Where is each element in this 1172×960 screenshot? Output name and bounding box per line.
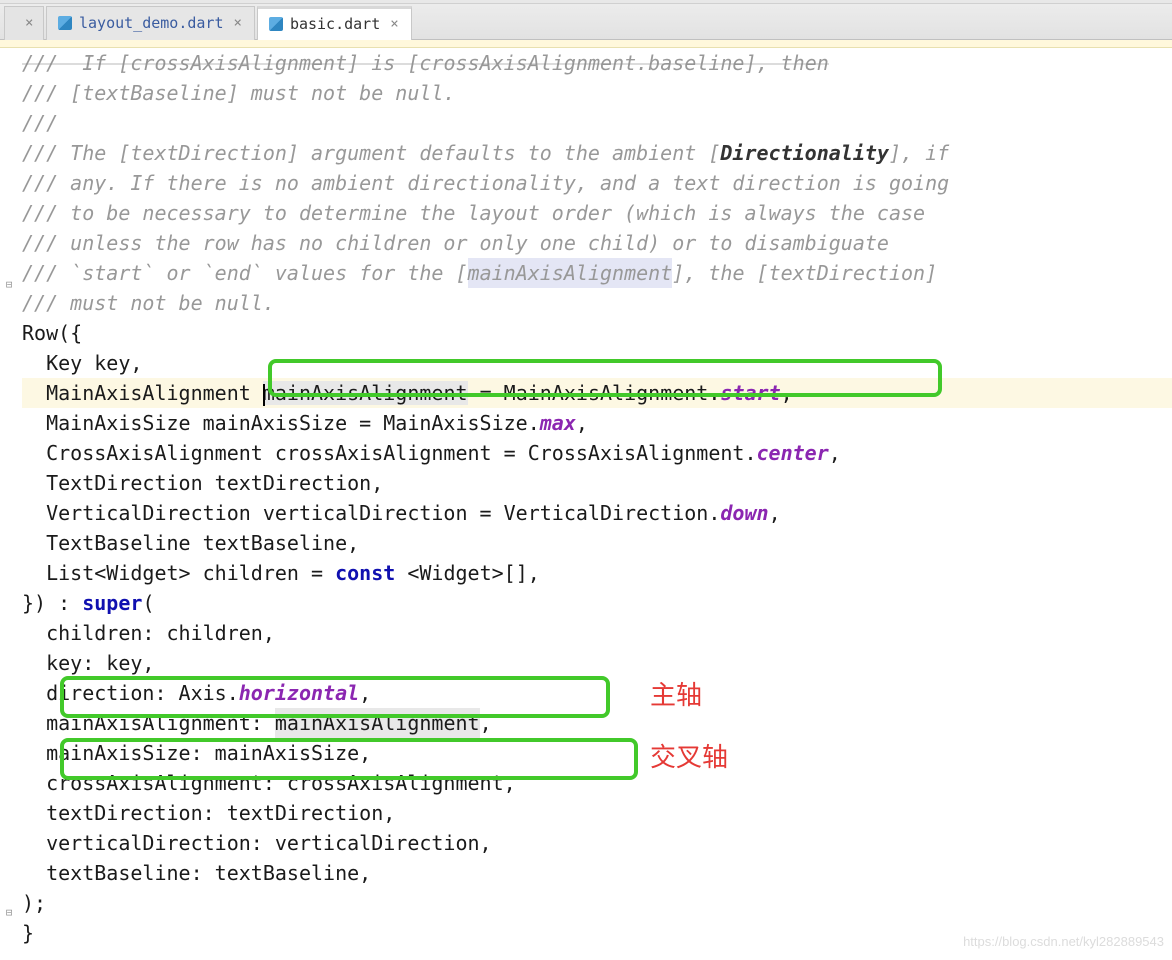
code-line[interactable]: crossAxisAlignment: crossAxisAlignment, [22, 768, 1172, 798]
tab-label: layout_demo.dart [79, 14, 224, 32]
empty-tab[interactable]: × [4, 6, 44, 40]
code-line[interactable]: mainAxisAlignment: mainAxisAlignment, [22, 708, 1172, 738]
code-line[interactable]: children: children, [22, 618, 1172, 648]
code-line[interactable]: MainAxisSize mainAxisSize = MainAxisSize… [22, 408, 1172, 438]
close-icon[interactable]: × [23, 15, 35, 31]
code-line[interactable]: Row({ [22, 318, 1172, 348]
notification-bar [0, 40, 1172, 48]
code-line[interactable]: CrossAxisAlignment crossAxisAlignment = … [22, 438, 1172, 468]
code-line[interactable]: /// any. If there is no ambient directio… [22, 168, 1172, 198]
code-line[interactable]: }) : super( [22, 588, 1172, 618]
code-line[interactable]: VerticalDirection verticalDirection = Ve… [22, 498, 1172, 528]
code-line[interactable]: direction: Axis.horizontal, [22, 678, 1172, 708]
watermark: https://blog.csdn.net/kyl282889543 [963, 927, 1164, 957]
code-line[interactable]: ); [22, 888, 1172, 918]
code-line[interactable]: /// [textBaseline] must not be null. [22, 78, 1172, 108]
code-line[interactable]: /// to be necessary to determine the lay… [22, 198, 1172, 228]
code-line-cursor[interactable]: MainAxisAlignment mainAxisAlignment = Ma… [22, 378, 1172, 408]
close-icon[interactable]: × [388, 16, 400, 32]
text-cursor [263, 384, 265, 406]
code-line[interactable]: List<Widget> children = const <Widget>[]… [22, 558, 1172, 588]
code-line[interactable]: /// The [textDirection] argument default… [22, 138, 1172, 168]
code-line[interactable]: mainAxisSize: mainAxisSize, [22, 738, 1172, 768]
tab-basic[interactable]: basic.dart × [257, 6, 412, 40]
code-line[interactable]: textBaseline: textBaseline, [22, 858, 1172, 888]
code-line[interactable]: /// must not be null. [22, 288, 1172, 318]
code-line[interactable]: TextBaseline textBaseline, [22, 528, 1172, 558]
code-line[interactable]: key: key, [22, 648, 1172, 678]
tab-layout-demo[interactable]: layout_demo.dart × [46, 6, 255, 40]
code-line[interactable]: verticalDirection: verticalDirection, [22, 828, 1172, 858]
code-line[interactable]: /// unless the row has no children or on… [22, 228, 1172, 258]
code-line[interactable]: TextDirection textDirection, [22, 468, 1172, 498]
fold-icon[interactable]: ⊟ [2, 906, 16, 920]
dart-file-icon [268, 16, 284, 32]
code-editor[interactable]: ⊟ ⊟ /// If [crossAxisAlignment] is [cros… [0, 48, 1172, 960]
dart-file-icon [57, 15, 73, 31]
ide-container: × layout_demo.dart × basic.dart × ⊟ ⊟ //… [0, 0, 1172, 960]
tab-label: basic.dart [290, 15, 380, 33]
code-line[interactable]: /// [22, 108, 1172, 138]
code-line[interactable]: Key key, [22, 348, 1172, 378]
code-line[interactable]: /// `start` or `end` values for the [mai… [22, 258, 1172, 288]
code-line[interactable]: textDirection: textDirection, [22, 798, 1172, 828]
tab-bar: × layout_demo.dart × basic.dart × [0, 4, 1172, 40]
close-icon[interactable]: × [232, 15, 244, 31]
fold-icon[interactable]: ⊟ [2, 278, 16, 292]
code-line[interactable]: /// If [crossAxisAlignment] is [crossAxi… [22, 48, 1172, 78]
